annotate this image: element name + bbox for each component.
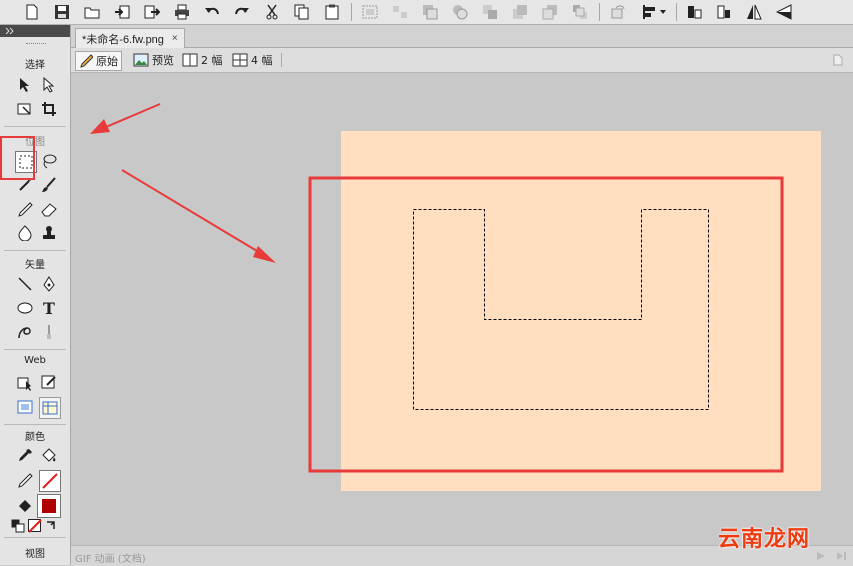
watermark-logo: 云南龙网 — [718, 527, 811, 552]
annotation-arrow-to-tool — [105, 103, 161, 128]
annotation-arrow-to-canvas — [121, 169, 263, 255]
marquee-selection — [413, 209, 709, 410]
highlight-box-marquee-tool — [0, 136, 35, 180]
highlight-box-canvas — [308, 176, 784, 473]
next-frame-icon[interactable] — [836, 551, 848, 564]
play-icon[interactable] — [816, 551, 826, 564]
annotation-overlay — [0, 103, 784, 473]
status-text: GIF 动画 (文档) — [75, 554, 146, 565]
